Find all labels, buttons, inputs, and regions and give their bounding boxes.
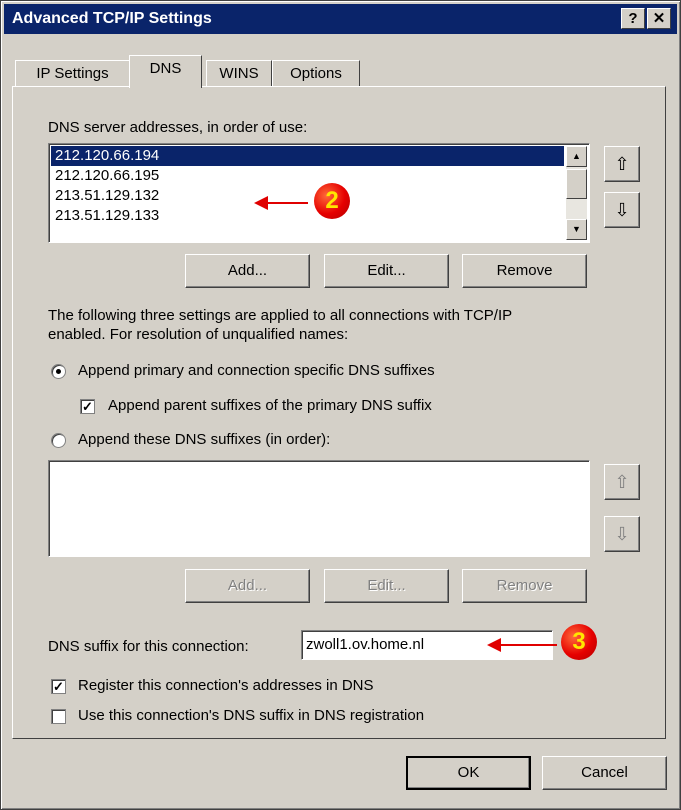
close-icon: ✕ — [652, 10, 666, 27]
ok-button[interactable]: OK — [406, 756, 531, 790]
annotation-arrow-line — [497, 644, 557, 646]
tab-wins[interactable]: WINS — [206, 60, 272, 87]
title-bar[interactable]: Advanced TCP/IP Settings ? ✕ — [4, 4, 677, 34]
annotation-arrow-line — [264, 202, 308, 204]
close-button[interactable]: ✕ — [647, 8, 671, 29]
annotation-badge-2: 2 — [314, 183, 350, 219]
help-button[interactable]: ? — [621, 8, 645, 29]
dialog-window: Advanced TCP/IP Settings ? ✕ IP Settings… — [0, 0, 681, 810]
tab-ip-settings[interactable]: IP Settings — [15, 60, 130, 87]
tab-options[interactable]: Options — [272, 60, 360, 87]
cancel-button[interactable]: Cancel — [542, 756, 667, 790]
tab-dns[interactable]: DNS — [129, 55, 202, 88]
window-title: Advanced TCP/IP Settings — [12, 10, 212, 27]
annotation-badge-3: 3 — [561, 624, 597, 660]
